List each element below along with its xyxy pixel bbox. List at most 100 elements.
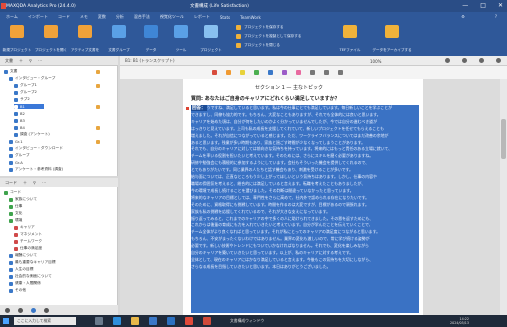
more-icon[interactable]: ⋯ — [38, 58, 42, 63]
menu-stats[interactable]: Stats — [220, 15, 230, 20]
archive-data-button[interactable]: データをアーカイブする — [368, 25, 416, 53]
highlighter-yellow-icon[interactable] — [240, 70, 245, 75]
open-project-button[interactable]: プロジェクトを開く — [35, 25, 67, 53]
search-icon[interactable] — [462, 58, 467, 63]
tree-row[interactable]: Gr.1 — [9, 139, 23, 144]
pin-icon[interactable] — [496, 58, 501, 63]
menu-mixed-methods[interactable]: 混合手法 — [134, 14, 150, 20]
tree-row[interactable]: 調査 (アンケート) — [14, 132, 50, 137]
code-row[interactable]: 仕事 — [9, 204, 22, 209]
code-row[interactable]: マネジメント — [14, 232, 42, 237]
document-tab[interactable]: B1: B1 (トランスクリプト) — [125, 58, 175, 64]
menu-analysis[interactable]: 分析 — [116, 14, 124, 20]
project-button[interactable]: プロジェクト — [196, 25, 226, 53]
store-icon[interactable] — [149, 317, 157, 325]
scrollbar-thumb[interactable] — [501, 119, 506, 159]
tree-row[interactable]: アンケート・参考資料 (調査) — [9, 167, 63, 172]
tree-row[interactable]: グループ2 — [14, 90, 37, 95]
menu-variables[interactable]: 変数 — [98, 14, 106, 20]
filter-icon[interactable]: ⚲ — [29, 58, 32, 63]
zoom-level[interactable]: 100% — [370, 59, 381, 64]
help-icon[interactable]: ? — [495, 14, 497, 19]
tools-button[interactable]: ツール — [166, 25, 196, 53]
highlighter-red-icon[interactable] — [212, 70, 217, 75]
new-code-icon[interactable]: ＋ — [23, 180, 27, 186]
menu-visual-tools[interactable]: 視覚化ツール — [160, 14, 184, 20]
code-row[interactable]: 人生の目標 — [9, 267, 33, 272]
memo-icon[interactable] — [96, 105, 100, 109]
tree-row[interactable]: グループ1 — [14, 83, 37, 88]
toggle-icon[interactable] — [31, 307, 36, 313]
close-button[interactable]: ✕ — [498, 2, 503, 9]
tree-row[interactable]: サブ2 — [14, 97, 30, 102]
menu-memos[interactable]: メモ — [80, 14, 88, 20]
new-doc-icon[interactable]: ＋ — [19, 58, 23, 64]
code-row[interactable]: 社会的な側面について — [9, 274, 52, 279]
memo-icon[interactable] — [96, 84, 100, 88]
memo-icon[interactable] — [96, 70, 100, 74]
code-row[interactable]: コード — [4, 190, 21, 195]
save-copy-button[interactable]: プロジェクトを複製として保存する — [236, 34, 301, 39]
highlighter-purple-icon[interactable] — [282, 70, 287, 75]
highlighter-green-icon[interactable] — [254, 70, 259, 75]
highlighter-blue-icon[interactable] — [268, 70, 273, 75]
code-row[interactable]: 仕事の満足度 — [14, 246, 42, 251]
tree-row[interactable]: Gr.A — [9, 160, 23, 165]
tree-row[interactable]: インタビュー・ダウンロード — [9, 146, 63, 151]
code-row[interactable]: 文化 — [9, 211, 22, 216]
data-button[interactable]: データ — [136, 25, 166, 53]
highlighter-pink-icon[interactable] — [296, 70, 301, 75]
windows-start-icon[interactable] — [3, 318, 9, 324]
taskbar-window-label[interactable]: 文書構成ウィンドウ — [230, 318, 264, 324]
taskbar-search-input[interactable]: ここに入力して検索 — [14, 317, 76, 325]
menu-home[interactable]: ホーム — [6, 14, 18, 20]
list-icon[interactable] — [44, 307, 49, 313]
memo-icon[interactable] — [96, 140, 100, 144]
new-project-button[interactable]: 新規プロジェクト — [2, 25, 32, 53]
save-project-button[interactable]: プロジェクトを保存する — [236, 25, 284, 30]
code-emoticon-icon[interactable] — [310, 70, 315, 75]
code-row[interactable]: キャリア — [14, 225, 35, 230]
record-icon[interactable] — [5, 307, 10, 313]
system-clock[interactable]: 14:22 2024/05/13 — [450, 317, 469, 325]
code-favorite-icon[interactable] — [324, 70, 329, 75]
mail-icon[interactable] — [167, 317, 175, 325]
menu-reports[interactable]: レポート — [194, 14, 210, 20]
tree-row[interactable]: B2 — [14, 111, 25, 116]
document-scrollbar[interactable] — [500, 79, 507, 315]
doc-group-button[interactable]: 文書グループ — [104, 25, 134, 53]
code-row[interactable]: 最も重要なキャリア目標 — [9, 260, 56, 265]
highlighter-orange-icon[interactable] — [226, 70, 231, 75]
code-row[interactable]: 報酬について — [9, 253, 37, 258]
coding-stripe-marker[interactable] — [186, 107, 189, 110]
tef-file-button[interactable]: TEFファイル — [335, 25, 365, 53]
filter-icon[interactable]: ⚲ — [33, 180, 36, 185]
chrome-icon[interactable] — [185, 317, 193, 325]
maximize-button[interactable]: □ — [480, 2, 486, 9]
memo-add-icon[interactable] — [338, 70, 343, 75]
edge-browser-icon[interactable] — [113, 317, 121, 325]
code-row[interactable]: 環境 — [9, 218, 22, 223]
tree-row[interactable]: インタビュー・グループ — [9, 76, 55, 81]
memo-icon[interactable] — [96, 126, 100, 130]
file-explorer-icon[interactable] — [131, 317, 139, 325]
more-icon[interactable]: ⋯ — [42, 180, 46, 185]
tree-row[interactable]: B4 — [14, 125, 25, 130]
settings-icon[interactable]: ⚙ — [461, 14, 465, 19]
print-icon[interactable] — [445, 58, 450, 63]
tree-row[interactable]: 文書 — [4, 69, 17, 74]
menu-codes[interactable]: コード — [58, 14, 70, 20]
edit-icon[interactable] — [479, 58, 484, 63]
code-row[interactable]: チームワーク — [14, 239, 42, 244]
task-view-icon[interactable] — [95, 317, 103, 325]
maxqda-taskbar-icon[interactable] — [203, 317, 211, 325]
grid-icon[interactable] — [18, 307, 23, 313]
minimize-button[interactable]: — — [462, 2, 468, 9]
active-doc-button[interactable]: アクティブ文書を — [70, 25, 100, 53]
tree-row[interactable]: B3 — [14, 118, 25, 123]
menu-teamwork[interactable]: TeamWork — [240, 15, 261, 20]
close-project-button[interactable]: プロジェクトを閉じる — [236, 43, 280, 48]
menu-import[interactable]: インポート — [28, 14, 48, 20]
tree-row-selected[interactable]: B1 — [14, 104, 44, 109]
code-row[interactable]: 家族について — [9, 197, 37, 202]
